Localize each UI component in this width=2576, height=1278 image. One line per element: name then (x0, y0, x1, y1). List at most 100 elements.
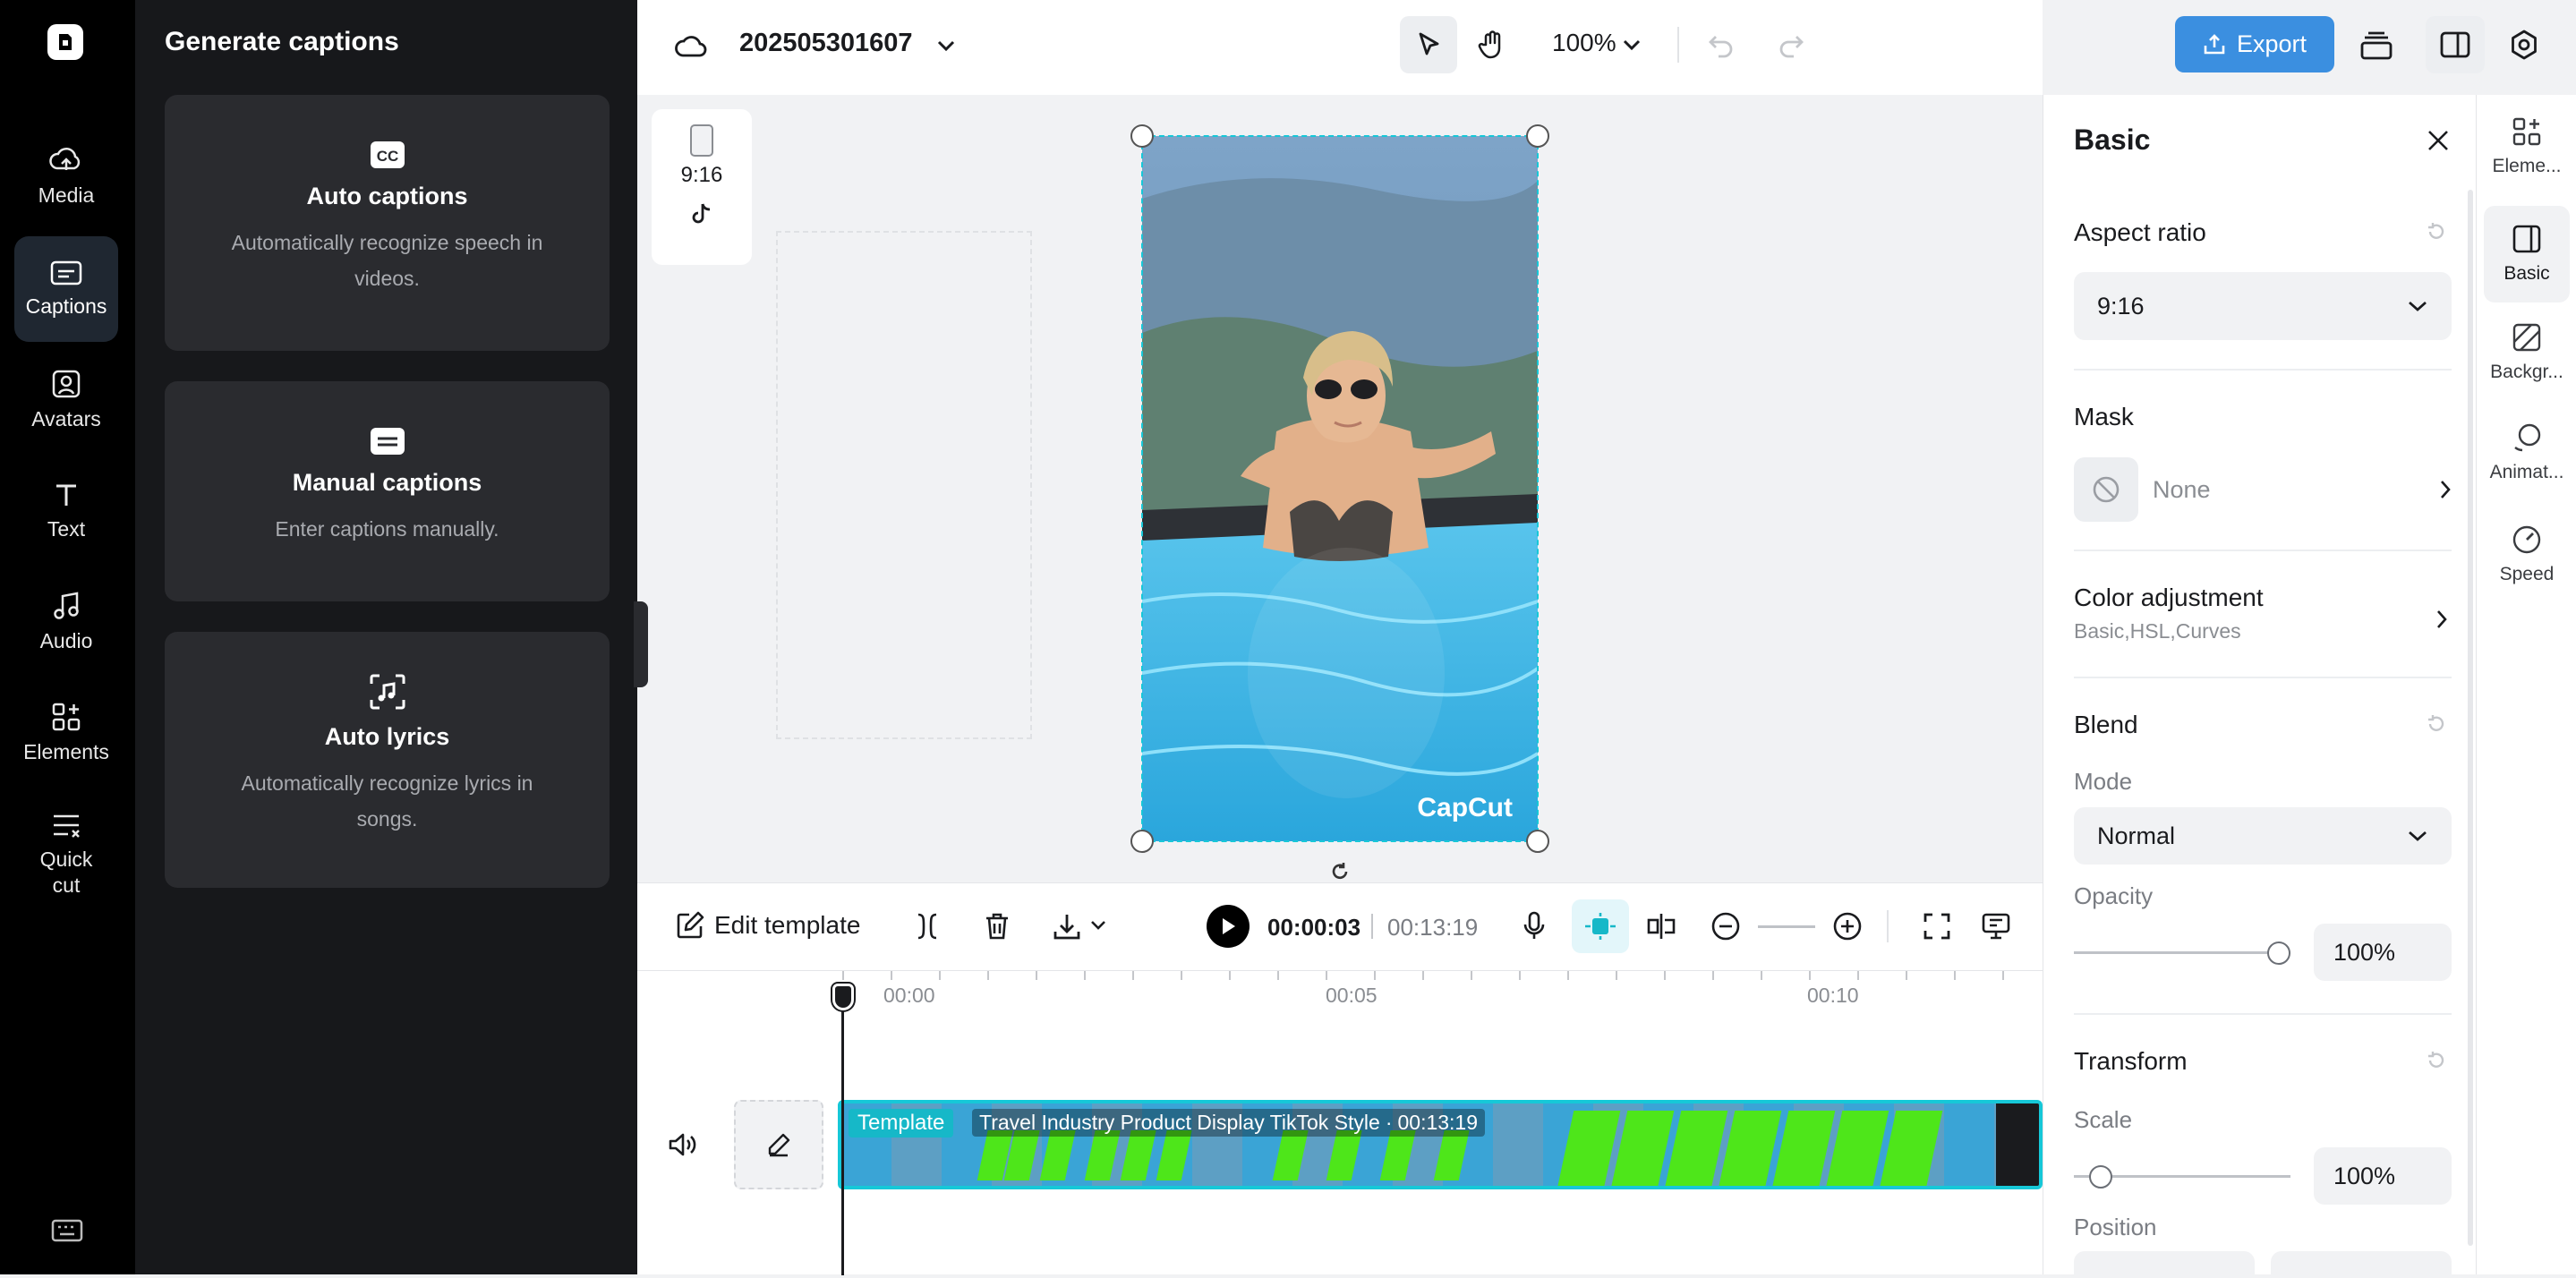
rail-item-text[interactable]: Text (14, 458, 118, 564)
toolbar-divider (1887, 910, 1889, 942)
mask-selector[interactable]: None (2074, 456, 2452, 523)
zoom-out-icon[interactable] (1708, 908, 1744, 944)
chevron-down-icon[interactable] (933, 34, 960, 57)
aspect-ratio-dropdown[interactable]: 9:16 (2074, 272, 2452, 340)
rail-item-captions[interactable]: Captions (14, 236, 118, 342)
split-icon[interactable] (909, 908, 945, 944)
selection-box[interactable] (1141, 135, 1539, 842)
reset-icon[interactable] (2423, 1047, 2450, 1074)
rail-label-elements: Elements (23, 739, 109, 763)
capcut-logo[interactable] (47, 24, 83, 60)
panel-layout-icon (2440, 31, 2470, 58)
template-badge: Template (849, 1109, 954, 1137)
ruler-tick-label: 00:00 (883, 984, 935, 1007)
clip-duration: 00:13:19 (1397, 1111, 1479, 1134)
scale-slider[interactable] (2074, 1165, 2290, 1189)
blend-mode-value: Normal (2097, 822, 2176, 849)
scale-input[interactable]: 100% (2314, 1147, 2452, 1205)
rail-label-audio: Audio (39, 628, 93, 652)
redo-icon[interactable] (1772, 27, 1810, 64)
rail-label-captions: Captions (25, 294, 107, 318)
project-title[interactable]: 202505301607 (739, 29, 913, 58)
preview-display-icon[interactable] (1978, 908, 2014, 944)
rail-item-elements[interactable]: Elements (14, 680, 118, 786)
manual-captions-card[interactable]: Manual captions Enter captions manually. (165, 381, 610, 601)
tab-label: Backgr... (2490, 362, 2563, 382)
resize-handle-top-right[interactable] (1526, 124, 1549, 148)
auto-lyrics-card[interactable]: Auto lyrics Automatically recognize lyri… (165, 632, 610, 888)
ratio-picker[interactable]: 9:16 (652, 109, 752, 265)
rail-item-audio[interactable]: Audio (14, 569, 118, 675)
zoom-in-icon[interactable] (1830, 908, 1865, 944)
microphone-icon[interactable] (1516, 908, 1552, 944)
reset-icon[interactable] (2423, 711, 2450, 737)
clip-title: Travel Industry Product Display TikTok S… (979, 1111, 1380, 1134)
timeline-zoom-slider[interactable] (1758, 925, 1815, 928)
split-align-icon[interactable] (1643, 908, 1679, 944)
playhead-handle[interactable] (832, 984, 854, 1010)
ghost-frame (776, 231, 1032, 739)
cloud-sync-icon[interactable] (673, 30, 709, 61)
basic-layout-icon (2512, 225, 2541, 253)
card-desc: Enter captions manually. (275, 517, 499, 541)
resize-handle-bottom-left[interactable] (1130, 830, 1154, 853)
opacity-slider-knob[interactable] (2267, 941, 2290, 965)
rail-item-media[interactable]: Media (14, 124, 118, 229)
hand-tool-button[interactable] (1470, 21, 1514, 68)
stack-icon[interactable] (2354, 23, 2399, 68)
card-title: Manual captions (292, 469, 482, 496)
opacity-slider[interactable] (2074, 941, 2290, 965)
panel-collapse-handle[interactable] (634, 601, 648, 687)
volume-icon[interactable] (664, 1127, 700, 1163)
auto-captions-card[interactable]: CC Auto captions Automatically recognize… (165, 95, 610, 351)
edit-template-button[interactable]: Edit template (675, 910, 860, 941)
reset-icon[interactable] (2423, 218, 2450, 245)
playhead-line[interactable] (841, 996, 844, 1275)
export-button[interactable]: Export (2175, 16, 2334, 72)
delete-icon[interactable] (979, 908, 1015, 944)
captions-icon (50, 260, 82, 285)
fullscreen-icon[interactable] (1919, 908, 1955, 944)
tab-speed[interactable]: Speed (2477, 524, 2576, 585)
settings-icon[interactable] (2504, 25, 2544, 64)
download-icon[interactable] (1049, 908, 1085, 944)
tab-elements[interactable]: Eleme... (2477, 116, 2576, 177)
opacity-input[interactable]: 100% (2314, 924, 2452, 981)
resize-handle-bottom-right[interactable] (1526, 830, 1549, 853)
rail-item-avatars[interactable]: Avatars (14, 347, 118, 453)
clip-info: Travel Industry Product Display TikTok S… (972, 1109, 1486, 1137)
video-clip[interactable]: Template Travel Industry Product Display… (838, 1100, 2043, 1189)
speed-icon (2512, 525, 2541, 554)
animation-icon (2514, 423, 2541, 452)
close-icon[interactable] (2423, 125, 2453, 156)
play-button[interactable] (1207, 905, 1250, 948)
chevron-down-icon (2409, 301, 2427, 311)
phone-ratio-icon (690, 124, 713, 157)
lyrics-scan-icon (370, 674, 405, 710)
tab-background[interactable]: Backgr... (2477, 322, 2576, 383)
tab-basic[interactable]: Basic (2484, 206, 2570, 302)
rail-item-quick-cut[interactable]: Quick cut (14, 797, 118, 913)
resize-handle-top-left[interactable] (1130, 124, 1154, 148)
undo-icon[interactable] (1702, 27, 1740, 64)
zoom-chevron-icon[interactable] (1620, 34, 1643, 55)
tab-label: Speed (2499, 564, 2555, 584)
color-adjustment-row[interactable]: Color adjustment Basic,HSL,Curves (2074, 584, 2452, 655)
download-chevron-icon[interactable] (1088, 916, 1108, 935)
rotate-handle-icon[interactable] (1326, 861, 1353, 882)
cover-edit-button[interactable] (734, 1100, 823, 1189)
select-tool-button[interactable] (1400, 16, 1457, 73)
rail-label-quick-cut: Quick cut (39, 848, 93, 897)
layout-toggle-button[interactable] (2426, 16, 2485, 73)
zoom-level[interactable]: 100% (1552, 29, 1616, 57)
scale-slider-knob[interactable] (2089, 1165, 2113, 1189)
chevron-right-icon (2441, 481, 2451, 498)
cc-icon: CC (370, 141, 405, 168)
keyboard-icon[interactable] (49, 1217, 85, 1244)
tab-label: Basic (2503, 263, 2550, 284)
auto-snap-button[interactable] (1572, 899, 1629, 953)
properties-scrollbar[interactable] (2468, 190, 2473, 1246)
blend-mode-label: Mode (2074, 768, 2133, 795)
blend-mode-dropdown[interactable]: Normal (2074, 807, 2452, 865)
tab-animation[interactable]: Animat... (2477, 422, 2576, 483)
